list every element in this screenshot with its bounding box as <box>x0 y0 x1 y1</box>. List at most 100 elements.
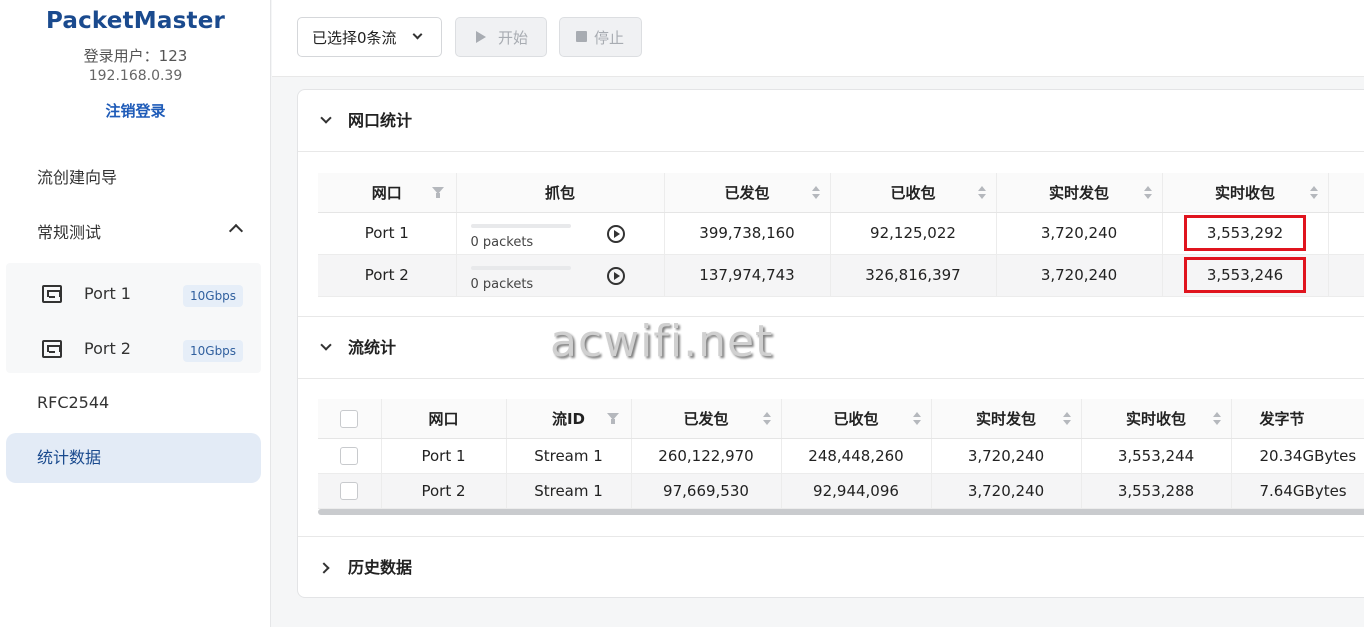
sort-icon[interactable] <box>912 412 921 426</box>
sidebar-item-port-2[interactable]: Port 2 10Gbps <box>6 321 261 376</box>
logout-link[interactable]: 注销登录 <box>0 100 271 121</box>
header-label: 已发包 <box>683 409 729 428</box>
chevron-up-icon <box>228 223 244 239</box>
col-header-rx[interactable]: 已收包 <box>781 399 932 439</box>
sort-icon[interactable] <box>1143 186 1152 200</box>
section-title: 网口统计 <box>348 111 413 130</box>
chevron-down-icon <box>320 339 332 351</box>
col-header-rt-tx[interactable]: 实时发包 <box>996 173 1163 213</box>
sort-icon[interactable] <box>1062 412 1071 426</box>
nav-flow-wizard-label: 流创建向导 <box>37 168 118 187</box>
sort-icon[interactable] <box>762 412 771 426</box>
cell-rt-tx: 3,720,240 <box>996 254 1163 297</box>
cell-rx: 92,125,022 <box>830 212 997 255</box>
col-header-port: 网口 <box>381 399 507 439</box>
cell-rt-tx: 3,720,240 <box>996 212 1163 255</box>
section-title: 流统计 <box>348 338 397 357</box>
stop-label: 停止 <box>594 29 625 47</box>
flow-stats-table-wrap: 网口 流ID 已发包 已收包 实时发包 实时收包 发字节 Port 1 Stre… <box>318 399 1364 509</box>
col-header-rt-rx[interactable]: 实时收包 <box>1162 173 1329 213</box>
flow-select-dropdown[interactable]: 已选择0条流 <box>297 17 442 57</box>
nav-flow-wizard[interactable]: 流创建向导 <box>6 153 261 203</box>
cell-rx: 326,816,397 <box>830 254 997 297</box>
sort-icon[interactable] <box>977 186 986 200</box>
speed-badge: 10Gbps <box>183 285 244 307</box>
sort-icon[interactable] <box>1309 186 1318 200</box>
start-button[interactable]: 开始 <box>455 17 547 57</box>
cell-rt-tx: 3,720,240 <box>931 473 1082 509</box>
row-checkbox[interactable] <box>340 446 359 465</box>
flow-stats-table: 网口 流ID 已发包 已收包 实时发包 实时收包 发字节 Port 1 Stre… <box>318 399 1364 509</box>
table-row: Port 2 0 packets 137,974,743 326,816,397… <box>318 254 1364 297</box>
cell-stream-id: Stream 1 <box>506 473 632 509</box>
header-label: 网口 <box>428 409 459 428</box>
chevron-down-icon <box>320 112 332 124</box>
col-header-overflow <box>1328 173 1364 213</box>
capture-count: 0 packets <box>470 234 534 250</box>
section-header-port-stats[interactable]: 网口统计 <box>298 90 1364 152</box>
header-label: 实时发包 <box>975 409 1036 428</box>
stats-panel: 网口统计 网口 抓包 已发包 已收包 实时发包 实时收包 Port 1 0 pa… <box>297 89 1364 598</box>
sort-icon[interactable] <box>1212 412 1221 426</box>
section-header-history[interactable]: 历史数据 <box>298 537 1364 597</box>
col-header-tx[interactable]: 已发包 <box>631 399 782 439</box>
ethernet-port-icon <box>42 285 62 303</box>
row-checkbox[interactable] <box>340 481 359 500</box>
col-header-port[interactable]: 网口 <box>318 173 457 213</box>
table-row: Port 1 Stream 1 260,122,970 248,448,260 … <box>318 438 1364 474</box>
capture-progress-bar <box>470 265 571 270</box>
play-circle-icon[interactable] <box>606 224 625 243</box>
nav-regular-test[interactable]: 常规测试 <box>6 208 261 258</box>
cell-tx: 97,669,530 <box>631 473 782 509</box>
play-circle-icon[interactable] <box>606 266 625 285</box>
col-header-bytes: 发字节 <box>1231 399 1364 439</box>
col-header-rt-tx[interactable]: 实时发包 <box>931 399 1082 439</box>
capture-progress-bar <box>470 223 571 228</box>
logged-in-user: 登录用户：123 <box>83 47 188 65</box>
cell-select <box>318 473 382 509</box>
col-header-stream-id[interactable]: 流ID <box>506 399 632 439</box>
chevron-right-icon <box>318 562 330 574</box>
cell-capture: 0 packets <box>456 212 665 255</box>
col-header-rx[interactable]: 已收包 <box>830 173 997 213</box>
nav-statistics-label: 统计数据 <box>37 448 102 467</box>
cell-port: Port 2 <box>381 473 507 509</box>
col-header-capture: 抓包 <box>456 173 665 213</box>
sidebar: PacketMaster 登录用户：123 192.168.0.39 注销登录 … <box>0 0 271 627</box>
nav-statistics[interactable]: 统计数据 <box>6 433 261 483</box>
device-ip: 192.168.0.39 <box>88 68 183 84</box>
select-all-checkbox[interactable] <box>340 409 359 428</box>
stop-button[interactable]: 停止 <box>559 17 642 57</box>
header-label: 抓包 <box>544 183 575 202</box>
cell-bytes: 20.34GBytes <box>1231 438 1364 474</box>
play-icon <box>476 31 486 43</box>
chevron-down-icon <box>412 29 423 40</box>
col-header-rt-rx[interactable]: 实时收包 <box>1081 399 1232 439</box>
cell-rx: 92,944,096 <box>781 473 932 509</box>
regular-test-submenu: Port 1 10Gbps Port 2 10Gbps <box>6 263 261 373</box>
cell-port: Port 1 <box>381 438 507 474</box>
header-label: 实时收包 <box>1125 409 1186 428</box>
cell-tx: 399,738,160 <box>664 212 831 255</box>
sidebar-item-port-1[interactable]: Port 1 10Gbps <box>6 266 261 321</box>
header-label: 已收包 <box>833 409 879 428</box>
filter-icon[interactable] <box>431 187 444 198</box>
port-stats-table: 网口 抓包 已发包 已收包 实时发包 实时收包 Port 1 0 packets <box>318 173 1364 297</box>
filter-icon[interactable] <box>606 413 619 424</box>
cell-capture: 0 packets <box>456 254 665 297</box>
header-label: 已发包 <box>724 183 770 202</box>
cell-rt-rx: 3,553,244 <box>1081 438 1232 474</box>
start-label: 开始 <box>498 29 529 47</box>
sort-icon[interactable] <box>811 186 820 200</box>
cell-tx: 137,974,743 <box>664 254 831 297</box>
nav-rfc2544[interactable]: RFC2544 <box>6 378 261 428</box>
section-header-flow-stats[interactable]: 流统计 <box>298 317 1364 379</box>
header-label: 已收包 <box>890 183 936 202</box>
cell-rx: 248,448,260 <box>781 438 932 474</box>
header-label: 实时发包 <box>1048 183 1109 202</box>
table-row: Port 1 0 packets 399,738,160 92,125,022 … <box>318 212 1364 255</box>
flow-select-label: 已选择0条流 <box>312 28 397 47</box>
cell-port: Port 2 <box>318 254 457 297</box>
horizontal-scrollbar[interactable] <box>318 509 1364 515</box>
col-header-tx[interactable]: 已发包 <box>664 173 831 213</box>
